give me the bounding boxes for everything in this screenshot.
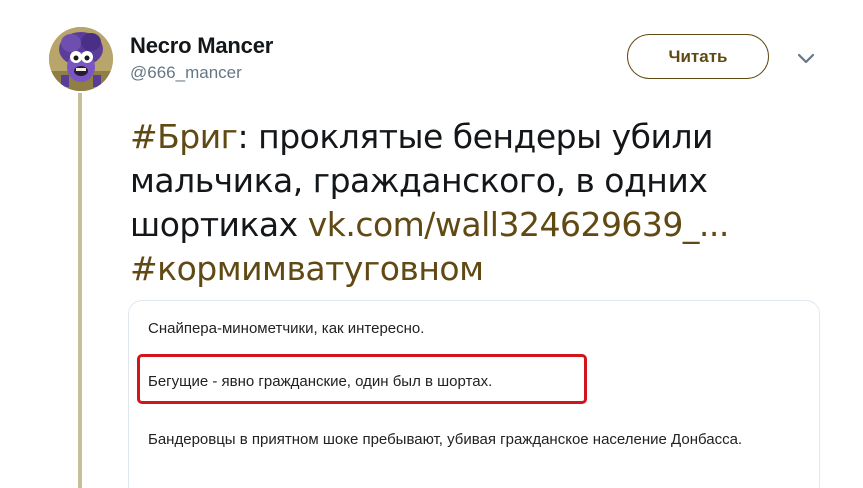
tweet-line-3-text: шортиках — [130, 205, 308, 244]
tweet-text: #Бриг: проклятые бендеры убили мальчика,… — [130, 115, 830, 291]
tweet-page: Necro Mancer @666_mancer Читать #Бриг: п… — [0, 0, 863, 488]
chevron-down-icon[interactable] — [794, 50, 818, 68]
author-handle[interactable]: @666_mancer — [130, 63, 242, 83]
tweet-line-4: #кормимватуговном — [130, 247, 830, 291]
follow-button[interactable]: Читать — [627, 34, 769, 79]
monster-avatar-icon — [49, 27, 113, 91]
tweet-link[interactable]: vk.com/wall324629639_... — [308, 205, 730, 244]
avatar[interactable] — [49, 27, 113, 91]
hashtag-brig[interactable]: #Бриг — [130, 117, 238, 156]
hashtag-kormim[interactable]: #кормимватуговном — [130, 249, 484, 288]
tweet-line-1: #Бриг: проклятые бендеры убили — [130, 115, 830, 159]
card-highlighted-line: Бегущие - явно гражданские, один был в ш… — [148, 373, 493, 390]
card-paragraph: Бандеровцы в приятном шоке пребывают, уб… — [148, 431, 743, 448]
tweet-line-1-text: : проклятые бендеры убили — [237, 117, 714, 156]
author-name[interactable]: Necro Mancer — [130, 33, 273, 59]
card-line-1: Снайпера-минометчики, как интересно. — [148, 320, 425, 337]
attached-image-card[interactable]: Снайпера-минометчики, как интересно. Бег… — [128, 300, 820, 488]
tweet-line-2: мальчика, гражданского, в одних — [130, 161, 708, 200]
tweet-line-3: шортиках vk.com/wall324629639_... — [130, 203, 830, 247]
thread-line — [78, 93, 82, 488]
